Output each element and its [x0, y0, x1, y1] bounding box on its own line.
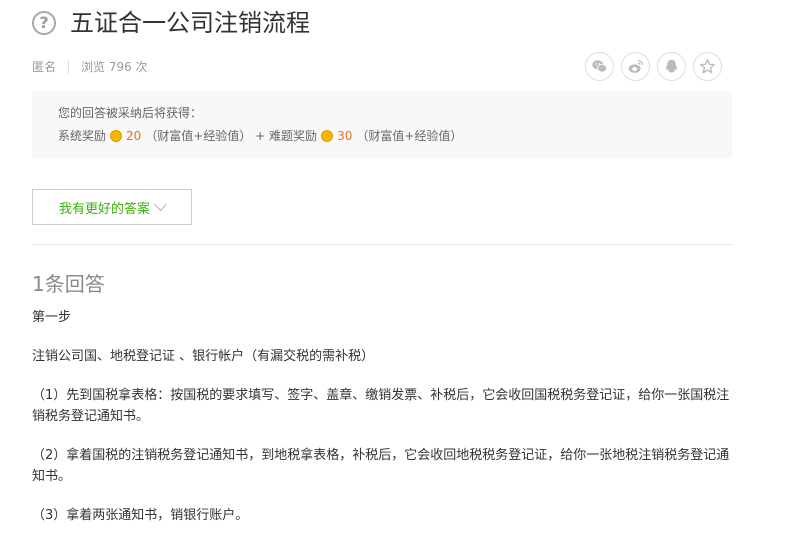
question-circle-icon: ? — [32, 11, 56, 35]
system-reward-note: （财富值+经验值） — [145, 129, 252, 143]
share-weibo-button[interactable] — [621, 52, 650, 81]
answer-paragraph: 第一步 — [32, 310, 72, 325]
share-qq-button[interactable] — [657, 52, 686, 81]
answer-paragraph: （2）拿着国税的注销税务登记通知书，到地税拿表格，补税后，它会收回地税税务登记证… — [32, 448, 730, 484]
coin-icon — [110, 130, 123, 142]
chevron-down-icon — [154, 197, 167, 211]
favorite-button[interactable] — [693, 52, 722, 81]
view-count: 浏览 796 次 — [81, 60, 148, 74]
answer-paragraph: （3）拿着两张通知书，销银行账户。 — [32, 508, 249, 523]
difficulty-reward-note: （财富值+经验值） — [356, 129, 463, 143]
better-answer-button[interactable]: 我有更好的答案 — [32, 189, 192, 225]
favorite-star-icon — [700, 59, 715, 74]
reward-hint: 您的回答被采纳后将获得： — [58, 106, 203, 120]
weibo-icon — [628, 59, 643, 73]
answers-count: 1条回答 — [32, 272, 105, 296]
system-reward-label: 系统奖励 — [58, 129, 107, 143]
reward-plus: + — [251, 129, 270, 143]
meta-divider — [68, 60, 70, 74]
share-bar — [585, 52, 722, 81]
reward-panel: 您的回答被采纳后将获得： 系统奖励 20 （财富值+经验值） + 难题奖励 30… — [32, 91, 732, 158]
wechat-icon — [592, 60, 608, 73]
share-wechat-button[interactable] — [585, 52, 614, 81]
difficulty-reward-label: 难题奖励 — [269, 129, 318, 143]
answer-paragraph: 注销公司国、地税登记证 、银行帐户（有漏交税的需补税） — [32, 349, 375, 364]
answer-body: 第一步 注销公司国、地税登记证 、银行帐户（有漏交税的需补税） （1）先到国税拿… — [32, 307, 737, 526]
system-reward-points: 20 — [126, 129, 142, 143]
answer-paragraph: （1）先到国税拿表格：按国税的要求填写、签字、盖章、缴销发票、补税后，它会收回国… — [32, 388, 730, 424]
question-meta: 匿名 浏览 796 次 — [32, 58, 148, 76]
better-answer-label: 我有更好的答案 — [58, 201, 150, 217]
reward-line: 系统奖励 20 （财富值+经验值） + 难题奖励 30 （财富值+经验值） — [58, 127, 462, 145]
difficulty-reward-points: 30 — [337, 129, 353, 143]
qq-icon — [666, 59, 677, 73]
section-divider — [32, 244, 732, 245]
question-title: 五证合一公司注销流程 — [70, 9, 310, 37]
coin-icon — [321, 130, 334, 142]
author-name: 匿名 — [32, 60, 57, 74]
